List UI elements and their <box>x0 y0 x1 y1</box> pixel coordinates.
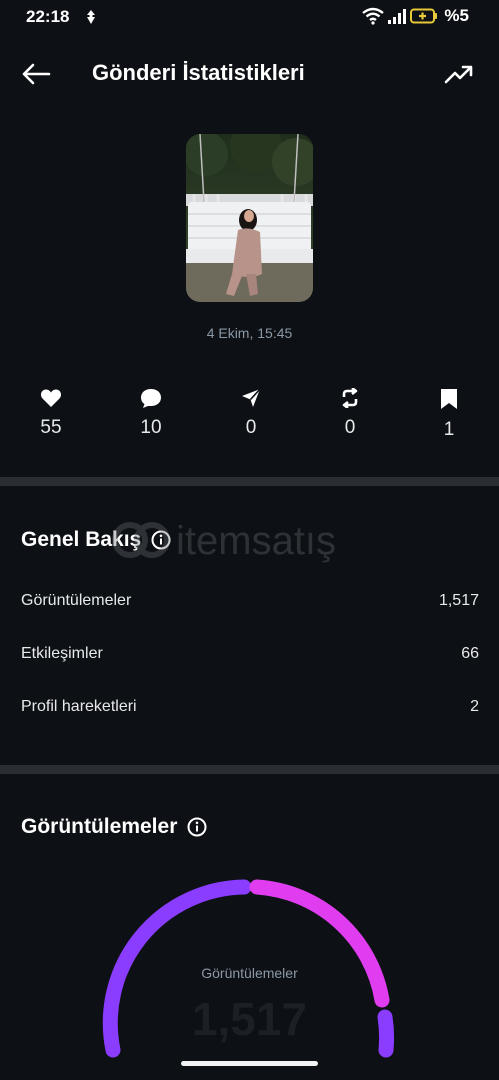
gauge-label: Görüntülemeler <box>201 965 298 981</box>
shares-count: 0 <box>245 417 257 438</box>
stat-row-views: Görüntülemeler 1,517 <box>21 588 479 614</box>
overview-title: Genel Bakış <box>21 528 142 551</box>
engagement-replies[interactable]: 10 <box>121 388 181 439</box>
stat-label: Etkileşimler <box>21 645 103 662</box>
stat-value: 66 <box>461 645 479 662</box>
views-title: Görüntülemeler <box>21 815 178 838</box>
engagement-likes[interactable]: 55 <box>21 388 81 439</box>
trending-button[interactable] <box>441 56 477 92</box>
engagement-shares[interactable]: 0 <box>221 388 281 439</box>
repost-icon <box>342 388 358 408</box>
post-date: 4 Ekim, 15:45 <box>206 325 293 341</box>
reply-icon <box>141 389 161 408</box>
likes-count: 55 <box>40 417 62 438</box>
back-button[interactable] <box>18 56 54 92</box>
bookmarks-count: 1 <box>443 419 455 440</box>
reposts-count: 0 <box>344 417 356 438</box>
overview-header: Genel Bakış <box>21 528 171 552</box>
home-indicator[interactable] <box>181 1061 318 1066</box>
stat-row-profile-actions: Profil hareketleri 2 <box>21 694 479 720</box>
gauge-arc-pink <box>249 879 390 1008</box>
post-photo <box>186 134 313 302</box>
app-header: Gönderi İstatistikleri <box>0 50 499 96</box>
trending-up-icon <box>444 65 473 84</box>
gauge-value: 1,517 <box>191 993 308 1045</box>
info-icon[interactable] <box>151 530 171 550</box>
engagement-bookmarks[interactable]: 1 <box>419 388 479 441</box>
section-divider <box>0 477 499 486</box>
page-title: Gönderi İstatistikleri <box>92 60 305 85</box>
status-time: 22:18 <box>26 7 70 26</box>
status-icons: %5 <box>362 6 469 26</box>
replies-count: 10 <box>140 417 162 438</box>
stat-label: Profil hareketleri <box>21 698 137 715</box>
stat-row-engagements: Etkileşimler 66 <box>21 641 479 667</box>
share-icon <box>242 388 261 407</box>
status-bar: 22:18 %5 <box>0 0 499 34</box>
arrow-left-icon <box>22 63 51 85</box>
info-icon[interactable] <box>187 817 207 837</box>
stat-value: 1,517 <box>438 592 479 609</box>
wifi-icon <box>362 7 385 25</box>
heart-icon <box>40 389 62 407</box>
post-thumbnail[interactable] <box>186 134 313 302</box>
views-header: Görüntülemeler <box>21 815 207 839</box>
battery-icon <box>410 8 438 24</box>
engagement-reposts[interactable]: 0 <box>320 388 380 439</box>
battery-percent: %5 <box>444 6 469 25</box>
stat-label: Görüntülemeler <box>21 592 132 609</box>
watermark-text: itemsatış <box>176 519 336 563</box>
engagement-row: 55 10 0 0 1 <box>0 388 499 448</box>
stat-value: 2 <box>470 698 479 715</box>
bookmark-icon <box>441 389 457 409</box>
signal-icon <box>388 9 407 24</box>
section-divider <box>0 765 499 774</box>
notification-icon <box>87 10 95 24</box>
